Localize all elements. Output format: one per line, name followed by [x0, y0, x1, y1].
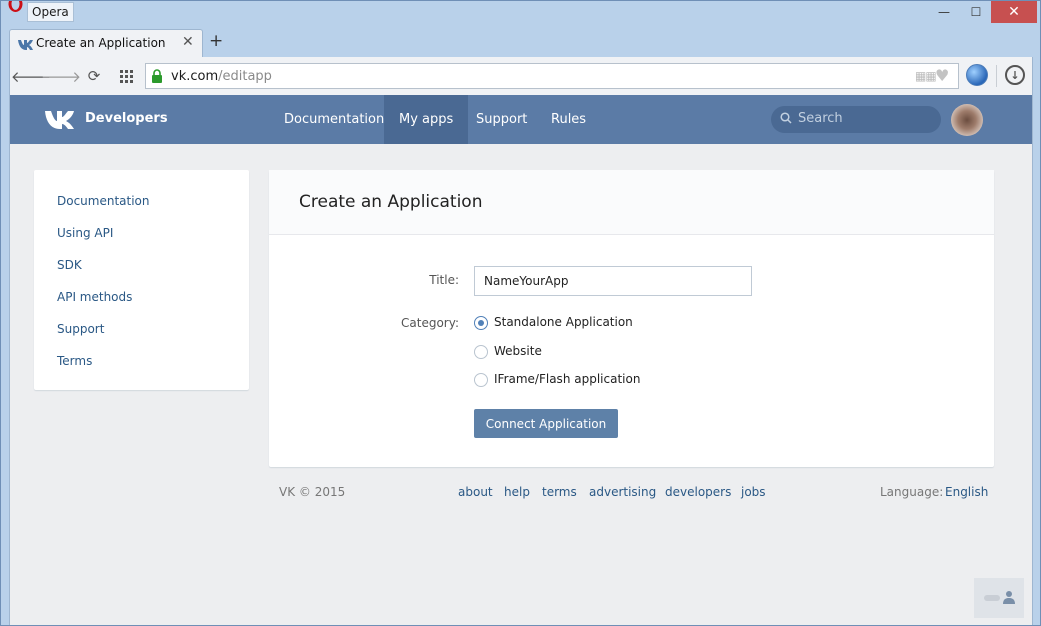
- chat-count-badge: [984, 595, 1000, 601]
- browser-toolbar: 🡐 🡒 ⟳ vk.com/editapp ▦▦ ♥ ↓: [9, 57, 1033, 95]
- radio-button[interactable]: [474, 373, 488, 387]
- maximize-button[interactable]: ☐: [961, 1, 991, 23]
- nav-rules[interactable]: Rules: [536, 95, 601, 144]
- title-field-label: Title:: [429, 273, 459, 287]
- user-avatar[interactable]: [951, 104, 983, 136]
- search-input[interactable]: [798, 111, 928, 126]
- new-tab-button[interactable]: +: [209, 33, 223, 50]
- footer-link-developers[interactable]: developers: [665, 485, 731, 499]
- address-bar[interactable]: vk.com/editapp ▦▦ ♥: [145, 63, 959, 89]
- opera-menu-button[interactable]: Opera: [27, 2, 74, 22]
- sidebar-item-api-methods[interactable]: API methods: [57, 290, 132, 304]
- footer-link-jobs[interactable]: jobs: [741, 485, 766, 499]
- create-app-panel: Create an Application Title: Category: S…: [269, 170, 994, 467]
- tab-strip: Create an Application ✕ +: [1, 25, 1040, 57]
- tab-close-icon[interactable]: ✕: [182, 34, 194, 50]
- radio-label[interactable]: Standalone Application: [494, 315, 633, 329]
- language-selector[interactable]: English: [945, 485, 988, 499]
- panel-header: Create an Application: [269, 170, 994, 235]
- toolbar-separator: [996, 65, 997, 87]
- footer-copyright: VK © 2015: [279, 485, 346, 499]
- radio-button-selected[interactable]: [474, 316, 488, 330]
- browser-window: Opera — ☐ ✕ Create an Application ✕ + 🡐 …: [0, 0, 1041, 626]
- sidebar-item-terms[interactable]: Terms: [57, 354, 92, 368]
- radio-button[interactable]: [474, 345, 488, 359]
- back-arrow-icon[interactable]: 🡐: [11, 65, 51, 87]
- forward-arrow-icon[interactable]: 🡒: [41, 65, 81, 87]
- reload-icon[interactable]: ⟳: [83, 65, 105, 87]
- nav-support[interactable]: Support: [461, 95, 542, 144]
- footer-link-terms[interactable]: terms: [542, 485, 577, 499]
- page-title: Create an Application: [299, 192, 483, 212]
- minimize-button[interactable]: —: [929, 1, 959, 23]
- connect-application-button[interactable]: Connect Application: [474, 409, 618, 438]
- user-icon: [1003, 591, 1015, 604]
- sidebar-item-sdk[interactable]: SDK: [57, 258, 82, 272]
- vk-logo-icon[interactable]: [44, 109, 76, 129]
- nav-documentation[interactable]: Documentation: [269, 95, 399, 144]
- radio-label[interactable]: IFrame/Flash application: [494, 372, 640, 386]
- globe-icon[interactable]: [966, 64, 988, 86]
- sidebar-item-using-api[interactable]: Using API: [57, 226, 113, 240]
- window-close-button[interactable]: ✕: [991, 1, 1037, 23]
- sidebar-item-documentation[interactable]: Documentation: [57, 194, 150, 208]
- url-text: vk.com/editapp: [171, 69, 272, 84]
- lock-icon: [152, 69, 162, 83]
- app-title-input[interactable]: [474, 266, 752, 296]
- radio-label[interactable]: Website: [494, 344, 542, 358]
- speed-dial-grid-icon[interactable]: [115, 65, 137, 87]
- nav-my-apps[interactable]: My apps: [384, 95, 469, 144]
- footer-link-help[interactable]: help: [504, 485, 530, 499]
- brand-label[interactable]: Developers: [85, 111, 168, 126]
- title-bar: Opera — ☐ ✕: [1, 1, 1040, 25]
- page-viewport: Developers Documentation My apps Support…: [9, 95, 1033, 625]
- download-icon[interactable]: ↓: [1005, 65, 1025, 85]
- vk-favicon-icon: [18, 40, 33, 50]
- language-label: Language:: [880, 485, 944, 499]
- browser-tab-active[interactable]: Create an Application ✕: [9, 29, 203, 57]
- chat-widget[interactable]: [974, 578, 1024, 618]
- add-to-speed-dial-icon[interactable]: ▦▦: [915, 69, 937, 83]
- search-box[interactable]: [771, 106, 941, 133]
- sidebar-menu: Documentation Using API SDK API methods …: [34, 170, 249, 390]
- sidebar-item-support[interactable]: Support: [57, 322, 104, 336]
- bookmark-heart-icon[interactable]: ♥: [935, 66, 949, 85]
- vk-header: Developers Documentation My apps Support…: [10, 95, 1032, 144]
- opera-logo-icon[interactable]: [7, 1, 24, 18]
- tab-title: Create an Application: [36, 36, 166, 50]
- footer-link-advertising[interactable]: advertising: [589, 485, 656, 499]
- search-icon: [780, 112, 792, 124]
- category-field-label: Category:: [401, 316, 459, 330]
- footer-link-about[interactable]: about: [458, 485, 493, 499]
